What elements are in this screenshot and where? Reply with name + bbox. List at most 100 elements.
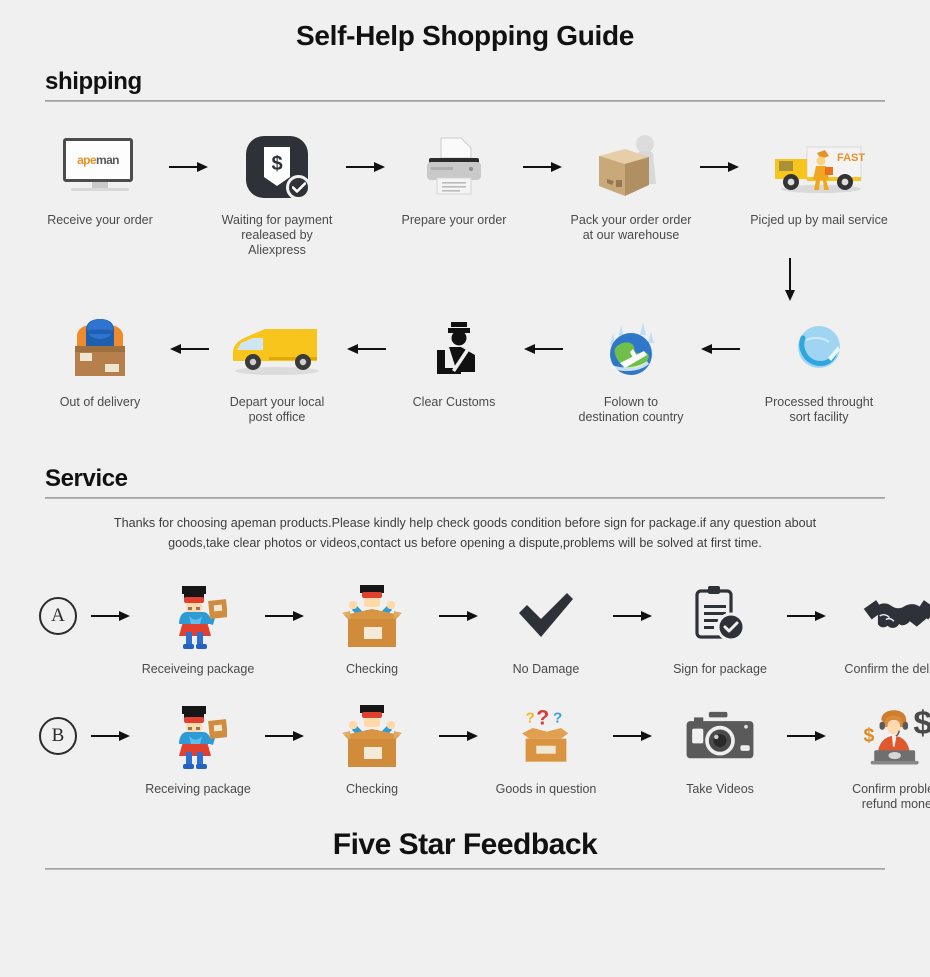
step-caption: Depart your local post office xyxy=(229,395,325,424)
step-caption: Receiving package xyxy=(145,782,251,796)
step-pack-your-order: Pack your order order at our warehouse xyxy=(567,128,695,243)
superhero-package-icon xyxy=(134,577,262,655)
step-b-checking: Checking xyxy=(308,697,436,797)
svg-text:$: $ xyxy=(913,705,930,742)
service-description: Thanks for choosing apeman products.Plea… xyxy=(0,499,930,553)
svg-text:$: $ xyxy=(271,153,282,175)
service-paragraph-line-1: Thanks for choosing apeman products.Plea… xyxy=(113,516,817,530)
step-a-receiving-package: Receiveing package xyxy=(134,577,262,677)
step-clear-customs: Clear Customs xyxy=(390,310,518,410)
arrow-right-icon xyxy=(343,128,389,206)
service-row-b: B Receiving package Checking ? ? ? Goods… xyxy=(0,697,930,812)
step-caption: Receive your order xyxy=(47,213,153,227)
service-heading: Service xyxy=(45,465,128,492)
svg-text:?: ? xyxy=(536,705,549,729)
step-depart-your-local-post-office: Depart your local post office xyxy=(213,310,341,425)
handshake-icon xyxy=(830,577,930,655)
checkmark-icon xyxy=(482,577,610,655)
row-b-label: B xyxy=(28,697,88,797)
superhero-package-icon xyxy=(134,697,262,775)
svg-text:$: $ xyxy=(864,724,875,746)
step-a-sign-for-package: Sign for package xyxy=(656,577,784,677)
step-caption: Receiveing package xyxy=(141,662,255,676)
arrow-left-icon xyxy=(520,310,566,388)
step-b-take-videos: Take Videos xyxy=(656,697,784,797)
step-caption: Pack your order order at our warehouse xyxy=(570,213,692,242)
step-a-confirm-the-delivery: Confirm the delivery xyxy=(830,577,930,677)
service-paragraph-line-2: goods,take clear photos or videos,contac… xyxy=(168,536,762,550)
arrow-right-icon xyxy=(520,128,566,206)
svg-text:?: ? xyxy=(526,710,535,727)
bottom-title: Five Star Feedback xyxy=(332,828,598,861)
arrow-left-icon xyxy=(343,310,389,388)
page-title: Self-Help Shopping Guide xyxy=(295,20,635,51)
truck-label: FAST xyxy=(837,152,865,164)
arrow-left-icon xyxy=(166,310,212,388)
step-out-of-delivery: Out of delivery xyxy=(36,310,164,410)
step-caption: Out of delivery xyxy=(59,395,141,409)
support-agent-dollar-icon: $ $ xyxy=(830,697,930,775)
infographic-page: Self-Help Shopping Guide shipping apeman… xyxy=(0,0,930,977)
step-caption: Confirm the delivery xyxy=(844,662,930,676)
arrow-right-icon xyxy=(166,128,212,206)
step-flown-to-destination-country: Folown to destination country xyxy=(567,310,695,425)
step-caption: Checking xyxy=(345,662,399,676)
vertical-connector xyxy=(0,258,930,306)
step-waiting-for-payment: $ Waiting for payment realeased by Aliex… xyxy=(213,128,341,258)
arrow-down-icon xyxy=(782,258,798,307)
shipping-heading: shipping xyxy=(45,68,142,95)
hero-in-box-icon xyxy=(308,577,436,655)
row-label-text: B xyxy=(39,717,77,755)
globe-airplane-icon xyxy=(567,310,695,388)
printer-icon xyxy=(390,128,518,206)
step-b-receiving-package: Receiving package xyxy=(134,697,262,797)
apeman-logo-part-2: man xyxy=(96,153,119,167)
shipping-section-header: shipping xyxy=(0,68,930,102)
step-prepare-your-order: Prepare your order xyxy=(390,128,518,228)
step-caption: Waiting for payment realeased by Aliexpr… xyxy=(221,213,333,257)
step-caption: Processed throught sort facility xyxy=(764,395,874,424)
step-caption: No Damage xyxy=(512,662,580,676)
shipping-row-2: Out of delivery Depart your local post o… xyxy=(0,310,930,425)
arrow-right-icon xyxy=(697,128,743,206)
arrow-right-icon xyxy=(436,577,482,655)
step-caption: Take Videos xyxy=(686,782,754,796)
step-caption: Checking xyxy=(345,782,399,796)
step-caption: Picjed up by mail service xyxy=(750,213,888,227)
arrow-right-icon xyxy=(784,697,830,775)
camera-icon xyxy=(656,697,784,775)
service-section-header: Service xyxy=(0,465,930,499)
globe-sort-facility-icon xyxy=(744,310,894,388)
clipboard-check-icon xyxy=(656,577,784,655)
step-b-confirm-problem-refund-money: $ $ Confirm problem, refund money xyxy=(830,697,930,812)
shipping-divider xyxy=(45,100,885,102)
bottom-divider xyxy=(45,868,885,870)
step-a-no-damage: No Damage xyxy=(482,577,610,677)
arrow-right-icon xyxy=(262,697,308,775)
arrow-right-icon xyxy=(610,577,656,655)
step-caption: Folown to destination country xyxy=(578,395,684,424)
row-label-text: A xyxy=(39,597,77,635)
delivery-person-box-icon xyxy=(36,310,164,388)
hero-in-box-icon xyxy=(308,697,436,775)
apeman-logo-part-1: ape xyxy=(77,153,96,167)
arrow-right-icon xyxy=(88,697,134,775)
monitor-apeman-icon: apeman xyxy=(36,128,164,206)
step-caption: Prepare your order xyxy=(401,213,507,227)
step-caption: Confirm problem, refund money xyxy=(852,782,930,811)
step-caption: Sign for package xyxy=(673,662,767,676)
arrow-right-icon xyxy=(88,577,134,655)
question-box-icon: ? ? ? xyxy=(482,697,610,775)
payment-released-icon: $ xyxy=(213,128,341,206)
svg-text:?: ? xyxy=(553,710,562,727)
step-a-checking: Checking xyxy=(308,577,436,677)
yellow-van-icon xyxy=(213,310,341,388)
fast-delivery-truck-icon: FAST xyxy=(744,128,894,206)
shipping-row-1: apeman Receive your order $ Waiting for … xyxy=(0,128,930,258)
row-a-label: A xyxy=(28,577,88,677)
service-row-a: A Receiveing package Checking No Damage … xyxy=(0,577,930,677)
arrow-right-icon xyxy=(784,577,830,655)
step-processed-through-sort-facility: Processed throught sort facility xyxy=(744,310,894,425)
pack-box-worker-icon xyxy=(567,128,695,206)
arrow-right-icon xyxy=(436,697,482,775)
